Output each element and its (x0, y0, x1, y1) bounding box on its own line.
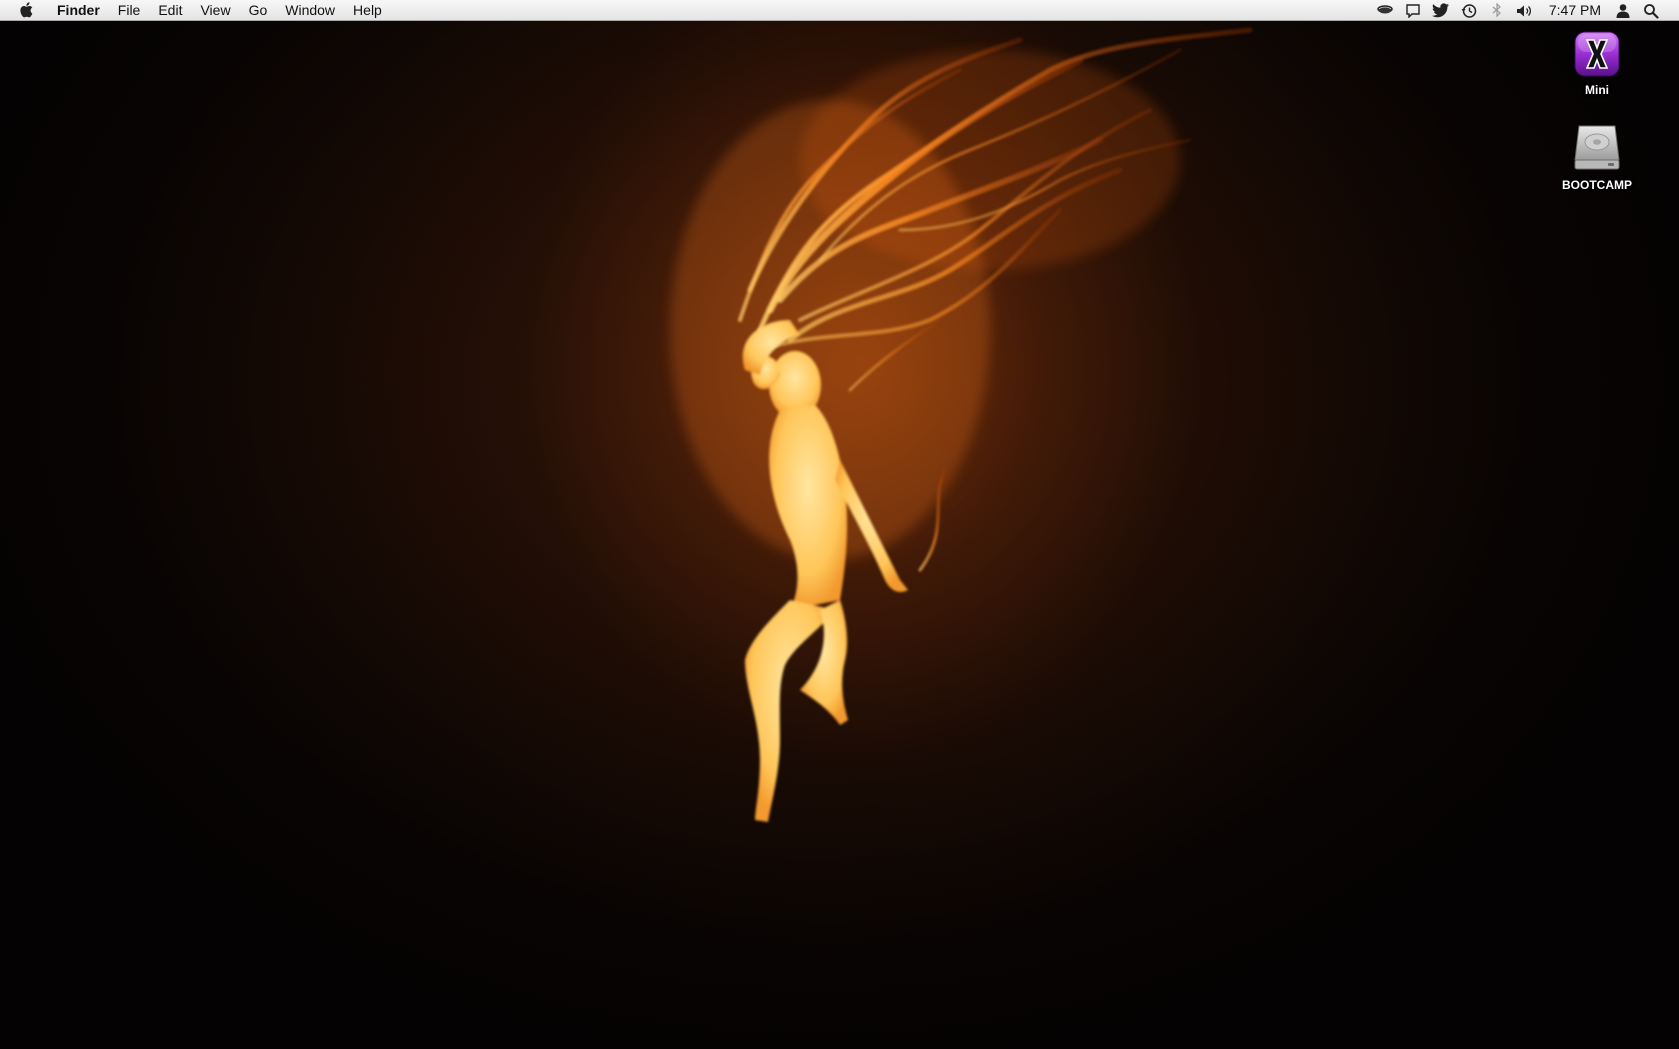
menu-file[interactable]: File (109, 0, 150, 21)
bluetooth-icon[interactable] (1488, 3, 1506, 19)
twitter-bird-icon[interactable] (1431, 3, 1450, 19)
purple-x-app-icon (1574, 31, 1620, 77)
time-machine-icon[interactable] (1460, 3, 1478, 19)
menu-edit[interactable]: Edit (149, 0, 191, 21)
menu-help[interactable]: Help (344, 0, 391, 21)
desktop[interactable]: Finder File Edit View Go Window Help 7:4… (0, 0, 1679, 1049)
coffee-cup-icon[interactable] (1376, 3, 1394, 19)
menu-bar: Finder File Edit View Go Window Help 7:4… (0, 0, 1679, 21)
menu-view[interactable]: View (191, 0, 239, 21)
menu-finder[interactable]: Finder (48, 0, 109, 21)
hard-drive-icon (1574, 125, 1620, 170)
volume-icon[interactable] (1516, 3, 1534, 19)
apple-icon[interactable] (18, 2, 34, 18)
menu-window[interactable]: Window (276, 0, 344, 21)
user-icon[interactable] (1614, 3, 1632, 19)
desktop-icon-label: Mini (1585, 83, 1609, 97)
menubar-clock[interactable]: 7:47 PM (1549, 0, 1601, 21)
spotlight-search-icon[interactable] (1642, 3, 1660, 19)
chat-bubble-icon[interactable] (1404, 3, 1422, 19)
desktop-icon-mini[interactable]: Mini (1552, 31, 1642, 97)
fire-woman-wallpaper (670, 27, 1253, 822)
desktop-icon-bootcamp[interactable]: BOOTCAMP (1552, 124, 1642, 192)
desktop-icon-label: BOOTCAMP (1562, 178, 1632, 192)
menu-go[interactable]: Go (240, 0, 277, 21)
status-area: 7:47 PM (1371, 0, 1665, 21)
